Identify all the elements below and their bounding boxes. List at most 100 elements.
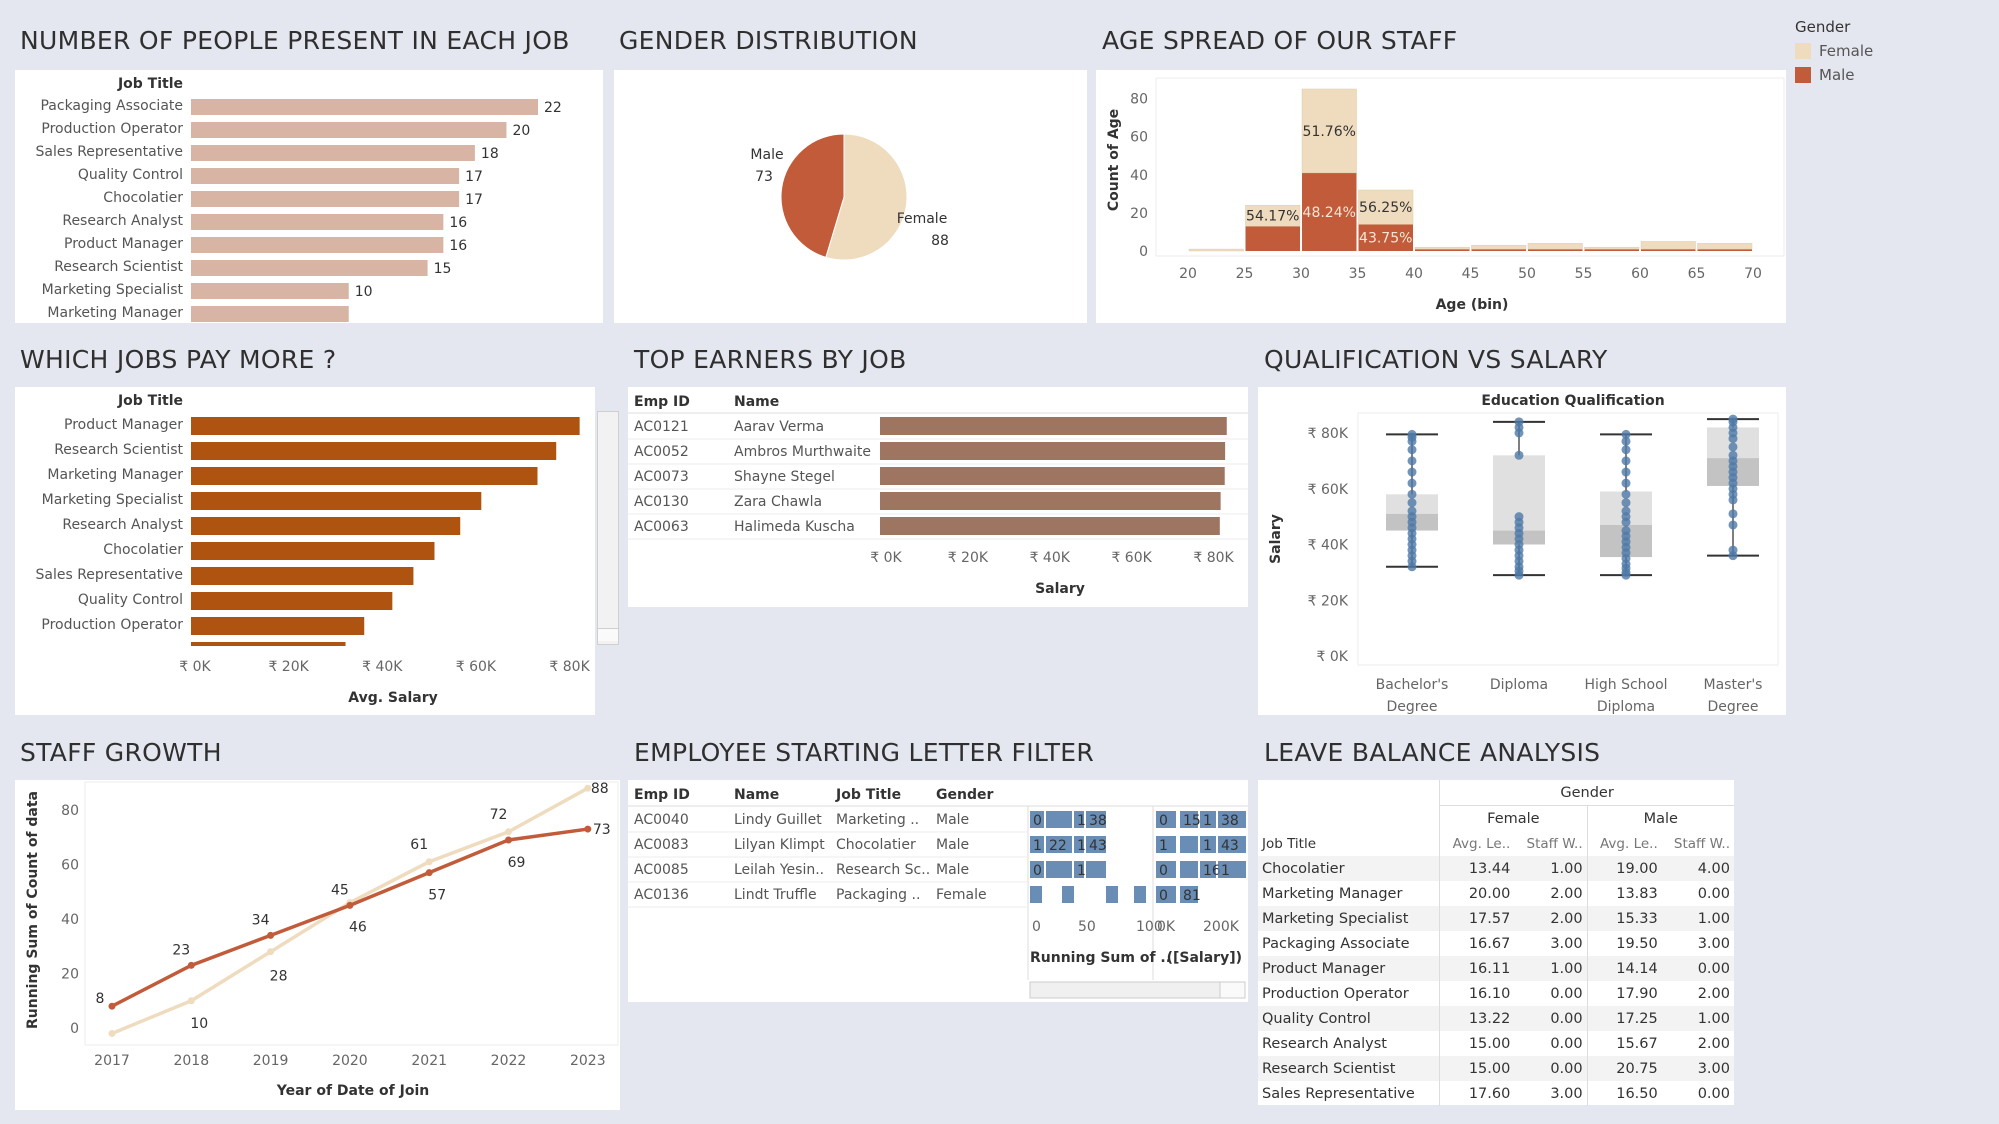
filter-runsum-label: 22: [1049, 838, 1067, 854]
qual-point: [1407, 445, 1417, 455]
leave-value-cell: 2.00: [1697, 985, 1730, 1002]
qual-point: [1728, 509, 1738, 519]
top-panel: Emp ID Name AC0121 Aarav Verma AC0052 Ambros …: [628, 387, 1248, 607]
qual-point: [1621, 498, 1631, 508]
pay-category-label: Chocolatier: [103, 542, 183, 558]
qual-x-label: Bachelor's: [1376, 677, 1449, 693]
filter-salary-bar: [1180, 861, 1198, 878]
leave-value-cell: 17.90: [1586, 981, 1662, 1006]
leave-value-cell: 3.00: [1550, 1085, 1583, 1102]
leave-value-cell: 13.22: [1439, 1006, 1515, 1031]
growth-y-label: Running Sum of Count of data: [25, 791, 41, 1029]
jobs-category-label: Product Manager: [64, 236, 183, 252]
growth-x-label: Year of Date of Join: [276, 1083, 429, 1099]
jobs-bar: [191, 283, 349, 299]
leave-value-cell: 0.00: [1550, 1060, 1583, 1077]
growth-point-female: [425, 858, 433, 866]
filter-runsum-bar: [1134, 886, 1146, 903]
leave-value-cell: 0.00: [1550, 985, 1583, 1002]
qual-point: [1621, 526, 1631, 536]
age-x-tick: 20: [1179, 266, 1197, 282]
pay-x-tick: ₹ 60K: [456, 659, 497, 675]
filter-salary-label: 1: [1203, 838, 1212, 854]
age-x-tick: 25: [1236, 266, 1254, 282]
age-y-label: Count of Age: [1106, 109, 1122, 211]
leave-value-cell: 20.75: [1586, 1056, 1662, 1081]
top-row-id: AC0073: [634, 469, 689, 485]
leave-job-cell: Research Analyst: [1262, 1035, 1387, 1052]
pay-scrollbar-thumb[interactable]: [598, 628, 618, 641]
age-x-tick: 55: [1575, 266, 1593, 282]
legend-item-female[interactable]: Female: [1795, 42, 1873, 60]
growth-value-label: 46: [349, 920, 367, 936]
filter-scrollbar-thumb[interactable]: [1219, 981, 1246, 999]
legend-item-male[interactable]: Male: [1795, 66, 1873, 84]
filter-header: Emp ID: [634, 787, 690, 803]
growth-point-male: [346, 901, 354, 909]
qual-x-label: Master's: [1704, 677, 1763, 693]
jobs-category-label: Sales Representative: [36, 144, 184, 160]
growth-title: STAFF GROWTH: [20, 738, 222, 767]
leave-value-cell: 13.44: [1439, 856, 1515, 881]
growth-point-male: [267, 931, 275, 939]
pie-label-female: Female: [897, 211, 948, 227]
filter-runsum-bar: [1046, 811, 1072, 828]
age-bar-male: [1697, 249, 1752, 251]
jobs-bar: [191, 122, 507, 138]
jobs-value-label: 20: [512, 123, 530, 139]
leave-value-cell: 3.00: [1697, 1060, 1730, 1077]
qual-title: QUALIFICATION VS SALARY: [1264, 345, 1608, 374]
jobs-bar: [191, 168, 460, 184]
top-x-tick: ₹ 0K: [870, 550, 902, 566]
gender-legend[interactable]: Gender Female Male: [1795, 18, 1873, 84]
qual-point: [1728, 450, 1738, 460]
age-y-tick: 20: [1130, 206, 1148, 222]
filter-scrollbar[interactable]: [1029, 981, 1246, 999]
qual-boxplot: Education Qualification ₹ 0K ₹ 20K ₹ 40K ₹ 6…: [1268, 393, 1779, 715]
top-row-name: Ambros Murthwaite: [734, 444, 871, 460]
filter-runsum-label: 43: [1089, 838, 1107, 854]
top-earners-table: Emp ID Name AC0121 Aarav Verma AC0052 Ambros …: [628, 394, 1248, 597]
qual-point: [1407, 489, 1417, 499]
legend-label-male: Male: [1819, 66, 1855, 84]
age-x-tick: 30: [1292, 266, 1310, 282]
filter-cell: Lilyan Klimpt: [734, 837, 825, 853]
leave-value-cell: 17.60: [1439, 1081, 1515, 1106]
qual-point: [1514, 417, 1524, 427]
growth-value-label: 45: [331, 882, 349, 898]
filter-cell: AC0136: [634, 887, 689, 903]
jobs-category-label: Packaging Associate: [40, 98, 183, 114]
leave-job-cell: Chocolatier: [1262, 860, 1345, 877]
growth-value-label: 34: [252, 912, 270, 928]
leave-value-cell: 19.50: [1586, 931, 1662, 956]
qual-point: [1407, 506, 1417, 516]
age-bar-female: [1414, 246, 1470, 250]
qual-point: [1407, 429, 1417, 439]
pay-scrollbar[interactable]: [597, 411, 619, 645]
leave-job-header: Job Title: [1262, 835, 1317, 852]
top-row-id: AC0130: [634, 494, 689, 510]
filter-runsum-label: 1: [1077, 838, 1086, 854]
filter-runsum-title: Running Sum of ..: [1030, 950, 1171, 966]
age-bar-female: [1640, 241, 1696, 250]
growth-value-label: 73: [593, 822, 611, 838]
age-bar-male: [1245, 226, 1300, 251]
leave-male-header: Male: [1586, 805, 1734, 831]
pay-bar: [191, 617, 365, 635]
leave-value-cell: 1.00: [1697, 1010, 1730, 1027]
qual-point: [1407, 456, 1417, 466]
pie-value-male: 73: [755, 169, 773, 185]
filter-salary-label: 15: [1183, 813, 1201, 829]
top-salary-bar: [880, 492, 1221, 510]
leave-value-cell: 13.83: [1586, 881, 1662, 906]
pay-category-label: Sales Representative: [36, 567, 184, 583]
qual-y-tick: ₹ 40K: [1308, 538, 1349, 554]
pay-panel: Job Title Product Manager Research Scienti…: [15, 387, 595, 715]
leave-value-cell: 15.00: [1439, 1056, 1515, 1081]
pie-label-male: Male: [750, 147, 783, 163]
leave-measure-header: Staff W..: [1673, 835, 1730, 852]
leave-value-cell: 2.00: [1550, 910, 1583, 927]
leave-value-cell: 2.00: [1697, 1035, 1730, 1052]
leave-value-cell: 0.00: [1697, 960, 1730, 977]
qual-point: [1728, 442, 1738, 452]
